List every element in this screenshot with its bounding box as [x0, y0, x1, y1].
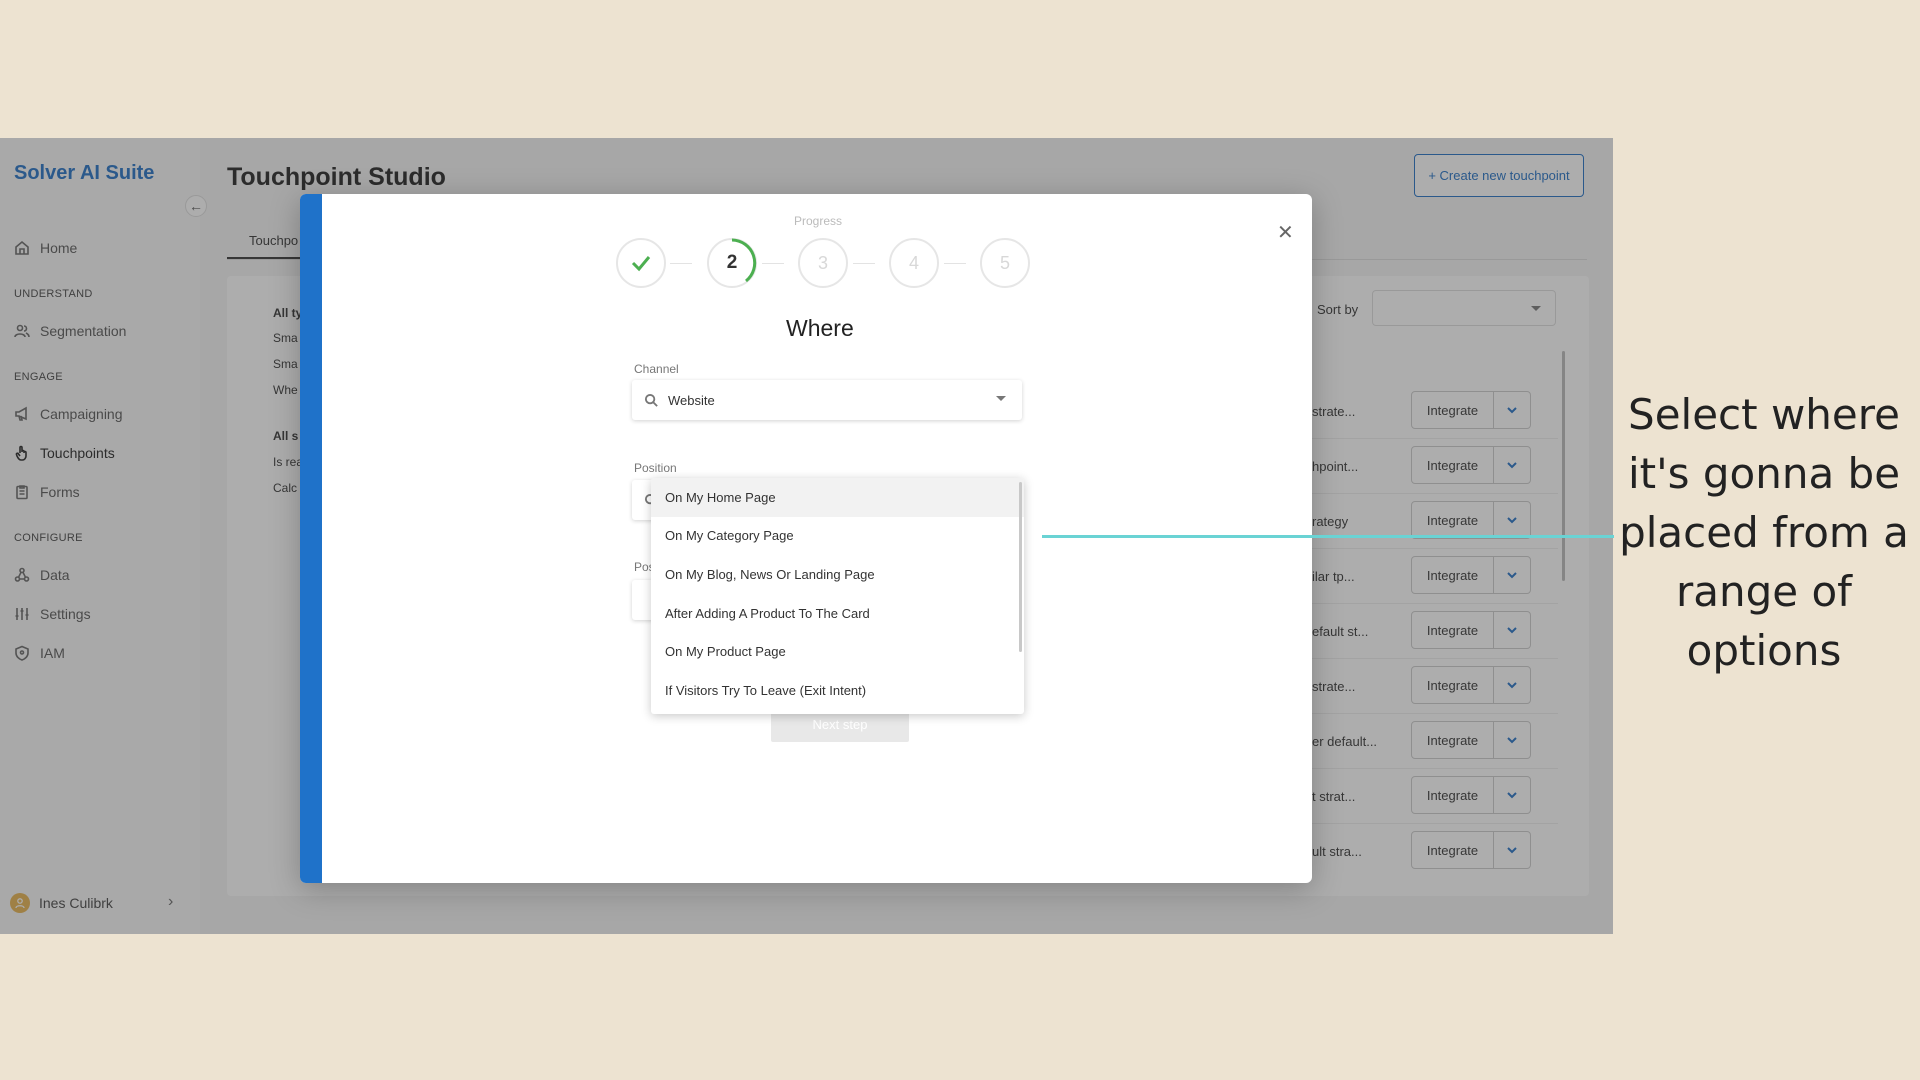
dropdown-option[interactable]: On My Product Page	[651, 632, 1024, 671]
position-label: Position	[634, 461, 677, 475]
step-connector	[853, 263, 875, 264]
search-icon	[644, 393, 658, 407]
channel-label: Channel	[634, 362, 679, 376]
annotation-connector-line	[1042, 535, 1614, 538]
step-connector	[762, 263, 784, 264]
dropdown-option[interactable]: On My Category Page	[651, 517, 1024, 556]
dropdown-option[interactable]: After Adding A Product To The Card	[651, 594, 1024, 633]
dropdown-option[interactable]: If Visitors Try To Leave (Exit Intent)	[651, 671, 1024, 710]
step-number: 5	[999, 252, 1010, 273]
channel-select[interactable]: Website	[632, 380, 1022, 420]
step-4: 4	[889, 238, 939, 288]
step-2-current: 2	[707, 238, 757, 288]
progress-label: Progress	[794, 214, 843, 228]
dropdown-scrollbar[interactable]	[1019, 482, 1022, 652]
step-number: 3	[817, 252, 828, 273]
step-connector	[944, 263, 966, 264]
dropdown-option[interactable]: On My Home Page	[651, 478, 1024, 517]
annotation-callout: Select where it's gonna be placed from a…	[1619, 390, 1909, 675]
position-dropdown-menu: On My Home Page On My Category Page On M…	[651, 478, 1024, 714]
channel-value: Website	[668, 392, 715, 408]
close-icon[interactable]: ✕	[1277, 220, 1294, 245]
step-progress-arc	[731, 238, 757, 283]
step-number: 4	[908, 252, 919, 273]
dropdown-option[interactable]: On My Blog, News Or Landing Page	[651, 555, 1024, 594]
step-3: 3	[798, 238, 848, 288]
step-5: 5	[980, 238, 1030, 288]
step-title: Where	[786, 315, 854, 341]
touchpoint-wizard-modal: ✕ Progress 2 3 4 5 Where Channel Website…	[300, 194, 1312, 883]
check-icon	[631, 256, 651, 272]
caret-down-icon	[996, 396, 1006, 406]
step-connector	[670, 263, 692, 264]
step-1-complete	[616, 238, 666, 288]
modal-accent-stripe	[300, 194, 322, 883]
